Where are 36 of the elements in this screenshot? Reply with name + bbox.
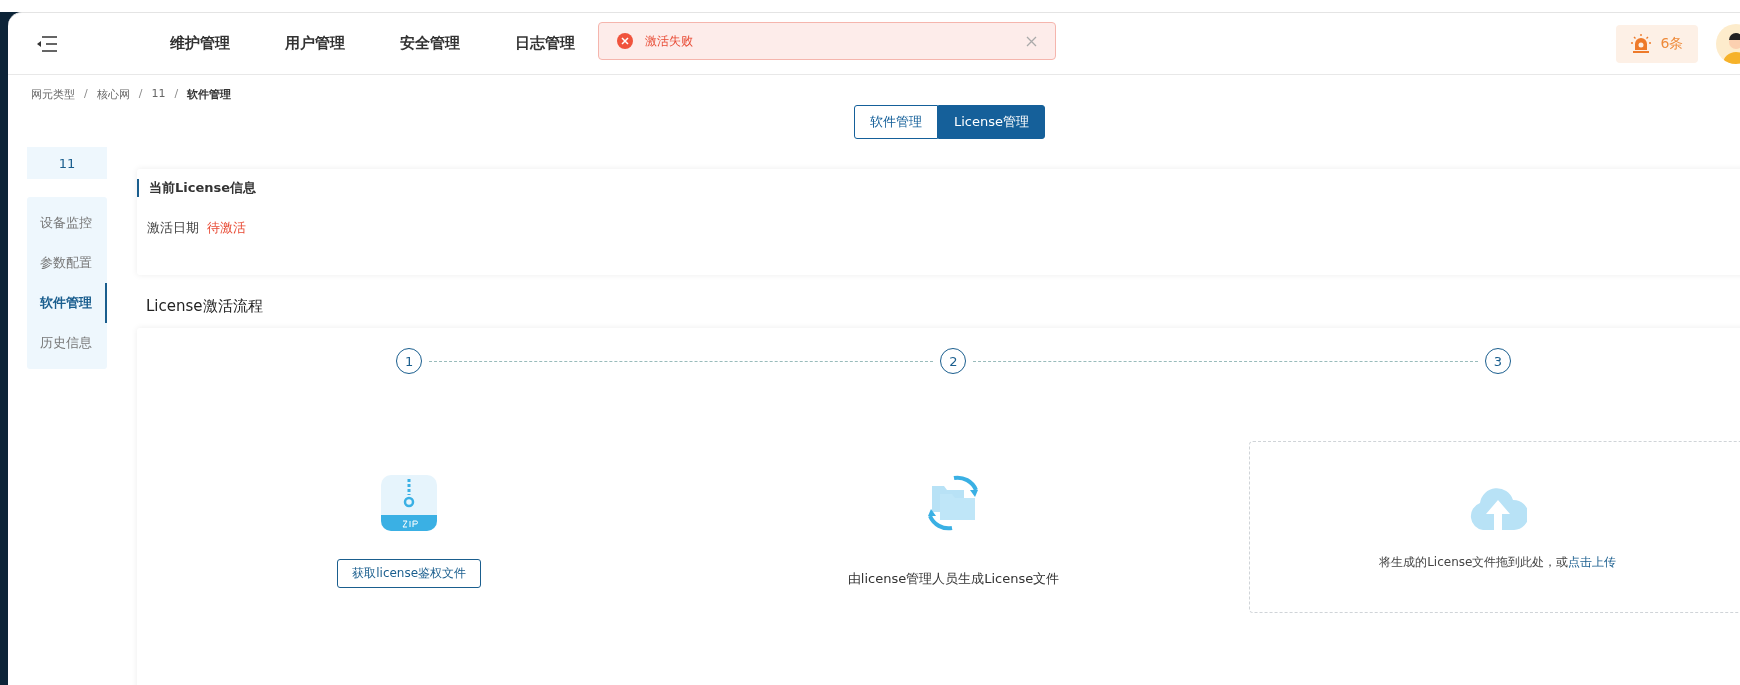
card-title: 当前License信息 bbox=[137, 179, 1740, 197]
nav-item[interactable]: 安全管理 bbox=[400, 34, 460, 53]
step-number: 2 bbox=[940, 348, 967, 374]
breadcrumb-separator: / bbox=[174, 87, 179, 102]
toast-text: 激活失败 bbox=[645, 32, 694, 50]
alarm-count: 6条 bbox=[1660, 34, 1684, 53]
breadcrumb-item: 软件管理 bbox=[187, 87, 232, 102]
breadcrumb-separator: / bbox=[84, 87, 88, 102]
zip-file-icon bbox=[381, 474, 438, 531]
nav-item[interactable]: 维护管理 bbox=[170, 34, 230, 53]
nav-item[interactable]: 日志管理 bbox=[515, 34, 575, 53]
error-icon bbox=[617, 33, 633, 49]
step-number: 1 bbox=[396, 348, 423, 374]
tab[interactable]: 软件管理 bbox=[854, 105, 938, 139]
sidebar-item[interactable]: 软件管理 bbox=[27, 283, 107, 323]
menu-collapse-icon[interactable] bbox=[36, 35, 58, 52]
field-label: 激活日期 bbox=[147, 219, 199, 237]
generate-license-text: 由license管理人员生成License文件 bbox=[847, 570, 1060, 588]
drop-hint-text: 将生成的License文件拖到此处，或 bbox=[1379, 553, 1569, 571]
click-upload-link[interactable]: 点击上传 bbox=[1568, 553, 1617, 571]
breadcrumb-separator: / bbox=[138, 87, 143, 102]
tab[interactable]: License管理 bbox=[938, 105, 1045, 139]
sidebar-item[interactable]: 参数配置 bbox=[27, 243, 107, 283]
section-title: License激活流程 bbox=[146, 297, 264, 316]
breadcrumb-item[interactable]: 核心网 bbox=[96, 87, 130, 102]
upload-drop-zone[interactable]: 将生成的License文件拖到此处，或点击上传 bbox=[1248, 441, 1740, 613]
device-title: 11 bbox=[27, 147, 107, 179]
sidebar-item[interactable]: 历史信息 bbox=[27, 323, 107, 363]
breadcrumb-item[interactable]: 11 bbox=[151, 87, 166, 102]
nav-item[interactable]: 用户管理 bbox=[285, 34, 345, 53]
breadcrumb-item[interactable]: 网元类型 bbox=[31, 87, 75, 102]
step-number: 3 bbox=[1484, 348, 1511, 374]
sidebar-item[interactable]: 设备监控 bbox=[27, 203, 107, 243]
field-value: 待激活 bbox=[207, 219, 246, 237]
alarm-light-icon bbox=[1630, 33, 1651, 54]
get-license-file-button[interactable]: 获取license鉴权文件 bbox=[337, 558, 482, 588]
